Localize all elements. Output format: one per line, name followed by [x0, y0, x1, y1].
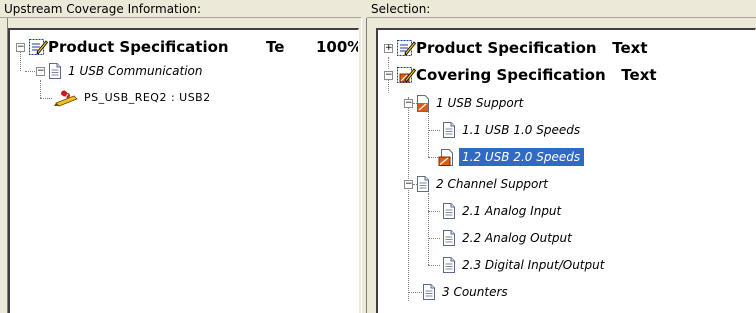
tree-node-label: 2 Channel Support: [436, 177, 548, 191]
tree-node-product-specification[interactable]: − Product Specification Te 100%: [10, 38, 359, 56]
tree-node-analog-input[interactable]: 2.1 Analog Input: [378, 202, 738, 220]
document-icon: [423, 284, 435, 300]
tree-node-label: 2.1 Analog Input: [462, 204, 562, 218]
tree-node-channel-support[interactable]: − 2 Channel Support: [378, 175, 738, 193]
document-icon: [443, 230, 455, 246]
covered-section-icon: [417, 95, 429, 112]
tree-node-label: 1.1 USB 1.0 Speeds: [462, 123, 581, 137]
tree-node-label-selected: 1.2 USB 2.0 Speeds: [459, 148, 585, 166]
tree-node-counters[interactable]: 3 Counters: [378, 283, 738, 301]
tree-node-label: 1 USB Communication: [68, 64, 203, 78]
document-icon: [417, 176, 429, 192]
tree-node-usb-support[interactable]: − 1 USB Support: [378, 94, 738, 112]
tree-node-ps-usb-req2[interactable]: PS_USB_REQ2 : USB2: [10, 89, 310, 107]
tree-node-label: Covering Specification Text: [416, 66, 657, 84]
collapse-icon[interactable]: −: [384, 71, 393, 80]
root-title: Product Specification: [48, 38, 229, 56]
tree-node-label: 3 Counters: [442, 285, 508, 299]
document-icon: [443, 257, 455, 273]
tree-node-label: 2.2 Analog Output: [462, 231, 572, 245]
document-icon: [443, 122, 455, 138]
tree-node-label: PS_USB_REQ2 : USB2: [84, 91, 211, 104]
collapse-icon[interactable]: −: [36, 67, 45, 76]
left-frame: [0, 18, 8, 313]
selection-tree[interactable]: + Product Specification Text − Covering …: [376, 28, 756, 313]
expand-icon[interactable]: +: [384, 44, 393, 53]
tree-node-label: Product Specification Text: [416, 39, 648, 57]
tree-node-label: 2.3 Digital Input/Output: [462, 258, 605, 272]
right-frame: [367, 18, 376, 313]
tree-node-analog-output[interactable]: 2.2 Analog Output: [378, 229, 738, 247]
document-icon: [443, 203, 455, 219]
collapse-icon[interactable]: −: [404, 99, 413, 108]
document-icon: [49, 63, 61, 79]
upstream-coverage-tree[interactable]: − Product Specification Te 100% − 1 USB …: [8, 28, 359, 313]
tree-node-product-specification[interactable]: + Product Specification Text: [378, 39, 738, 57]
covered-section-icon: [438, 149, 453, 166]
selection-header: Selection:: [367, 0, 756, 18]
coverage-percent: 100%: [316, 38, 359, 56]
spec-document-edit-icon: [29, 39, 48, 55]
spec-document-edit-icon: [397, 40, 416, 56]
tree-node-covering-specification[interactable]: − Covering Specification Text: [378, 66, 738, 84]
upstream-coverage-header: Upstream Coverage Information:: [0, 0, 361, 18]
root-text-suffix: Te: [266, 38, 285, 56]
collapse-icon[interactable]: −: [16, 43, 25, 52]
collapse-icon[interactable]: −: [404, 180, 413, 189]
tree-node-usb-communication[interactable]: − 1 USB Communication: [10, 62, 310, 80]
tree-node-digital-io[interactable]: 2.3 Digital Input/Output: [378, 256, 738, 274]
tree-node-usb-2-0-speeds[interactable]: 1.2 USB 2.0 Speeds: [378, 148, 738, 166]
linked-requirement-icon: [54, 90, 78, 107]
tree-node-label: 1 USB Support: [436, 96, 524, 110]
tree-node-usb-1-0-speeds[interactable]: 1.1 USB 1.0 Speeds: [378, 121, 738, 139]
covering-spec-icon: [397, 67, 416, 83]
